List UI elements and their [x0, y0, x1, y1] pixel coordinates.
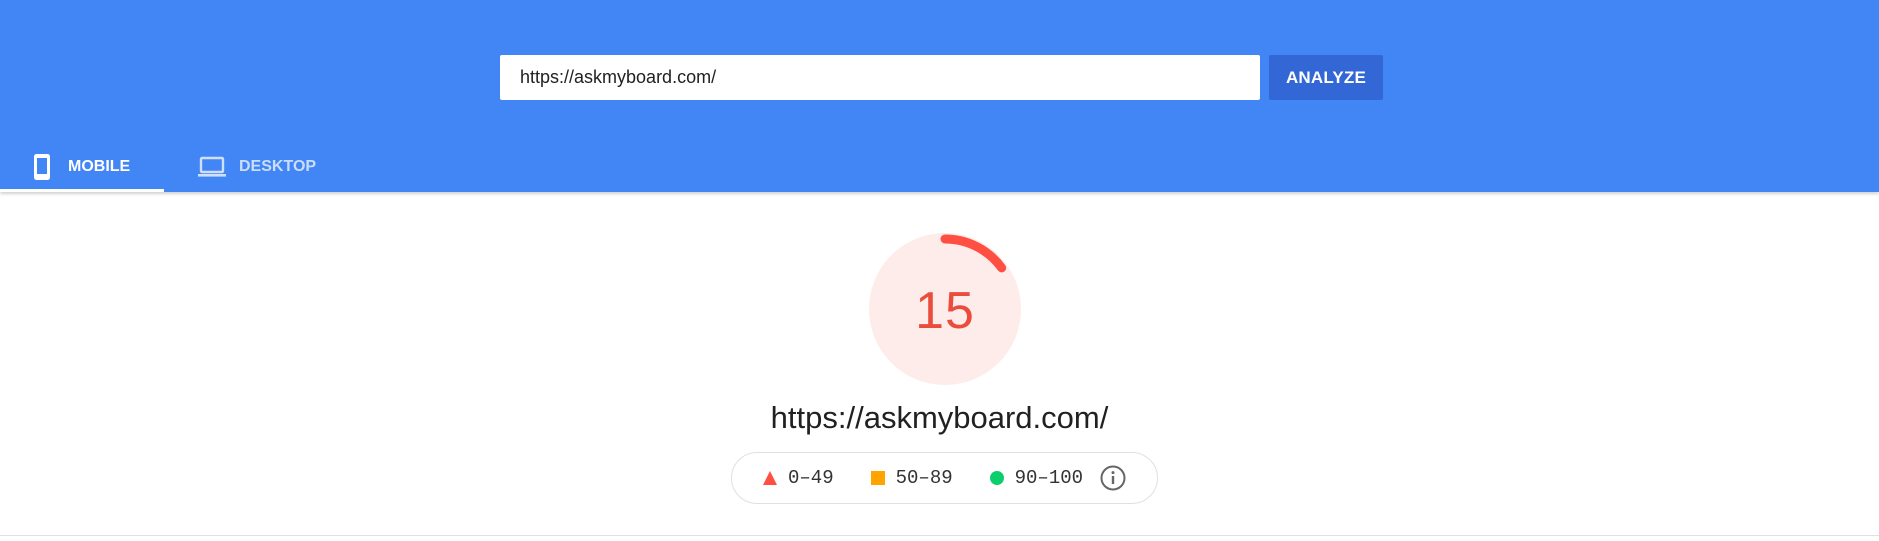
legend-range-pass: 90–100 [1014, 467, 1084, 489]
tab-desktop-label: DESKTOP [239, 158, 317, 175]
analyze-button[interactable]: ANALYZE [1269, 55, 1383, 100]
laptop-icon [197, 155, 227, 179]
url-input[interactable] [500, 55, 1260, 100]
legend-item-average: 50–89 [870, 467, 953, 489]
smartphone-icon [32, 153, 52, 181]
tested-url: https://askmyboard.com/ [770, 400, 1109, 435]
green-circle-icon [989, 470, 1005, 486]
tab-desktop[interactable]: DESKTOP [164, 142, 339, 192]
legend-item-pass: 90–100 [989, 467, 1083, 489]
legend-range-fail: 0–49 [788, 467, 834, 489]
performance-score-gauge: 15 [868, 232, 1022, 386]
info-icon[interactable] [1099, 464, 1127, 492]
tab-mobile[interactable]: MOBILE [0, 142, 164, 192]
legend-item-fail: 0–49 [762, 467, 834, 489]
score-scale-legend: 0–49 50–89 90–100 [731, 452, 1158, 504]
red-triangle-icon [762, 470, 778, 486]
tab-mobile-label: MOBILE [68, 158, 131, 175]
legend-range-average: 50–89 [895, 467, 953, 489]
header-bar: ANALYZE MOBILE DESKTOP [0, 0, 1879, 192]
section-divider [0, 535, 1879, 536]
performance-score: 15 [915, 282, 975, 340]
active-tab-indicator [0, 189, 164, 192]
orange-square-icon [870, 470, 886, 486]
